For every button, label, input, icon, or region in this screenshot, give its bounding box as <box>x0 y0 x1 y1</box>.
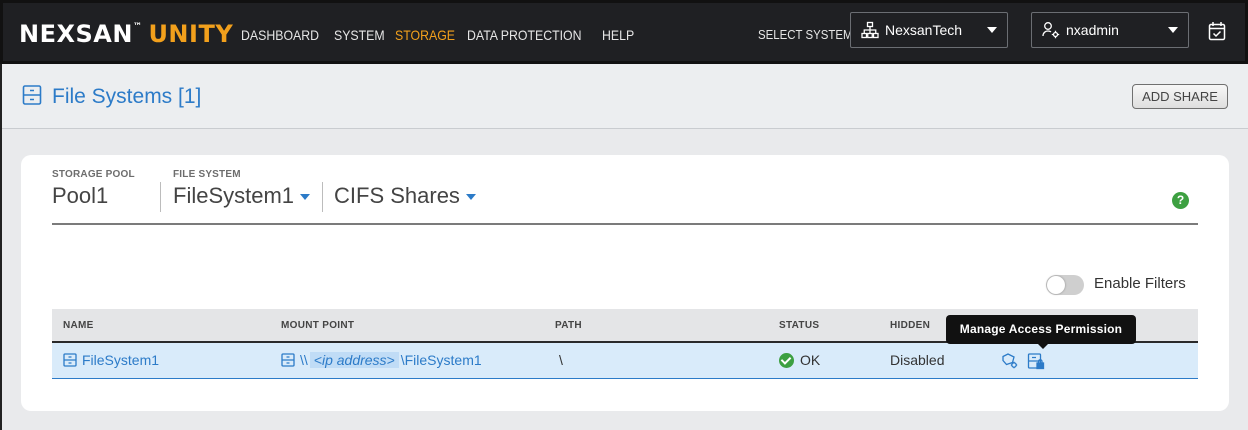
file-system-icon <box>281 353 295 367</box>
chevron-down-icon <box>300 194 311 201</box>
column-header-mount-point[interactable]: MOUNT POINT <box>281 320 354 331</box>
nav-data-protection[interactable]: DATA PROTECTION <box>467 27 582 43</box>
toggle-knob <box>1047 276 1065 294</box>
chevron-down-icon <box>1168 27 1178 33</box>
help-icon[interactable]: ? <box>1172 192 1189 209</box>
share-type-value: CIFS Shares <box>334 183 460 208</box>
nav-storage[interactable]: STORAGE <box>395 27 455 43</box>
app-logo[interactable]: NEXSAN™ UNITY <box>19 20 233 48</box>
tooltip: Manage Access Permission <box>946 315 1136 349</box>
select-system-label: SELECT SYSTEM: <box>758 27 856 42</box>
column-header-hidden[interactable]: HIDDEN <box>890 320 930 331</box>
file-system-icon <box>22 85 42 105</box>
storage-pool-label: STORAGE POOL <box>52 169 135 180</box>
column-header-path[interactable]: PATH <box>555 320 582 331</box>
row-path: \ <box>559 352 563 368</box>
add-share-button[interactable]: ADD SHARE <box>1132 84 1228 109</box>
frame-left-border <box>0 64 2 430</box>
column-header-status[interactable]: STATUS <box>779 320 819 331</box>
nav-system[interactable]: SYSTEM <box>334 27 385 43</box>
row-hidden: Disabled <box>890 352 945 368</box>
breadcrumb-divider <box>322 182 323 212</box>
chevron-down-icon <box>987 27 997 33</box>
network-icon <box>861 21 879 39</box>
row-name-link[interactable]: FileSystem1 <box>63 352 159 368</box>
mount-prefix: \\ <box>300 352 308 368</box>
file-system-card: STORAGE POOL Pool1 FILE SYSTEM FileSyste… <box>21 155 1229 411</box>
nav-help[interactable]: HELP <box>602 27 634 43</box>
row-status: OK <box>779 352 820 368</box>
logo-trademark: ™ <box>132 22 143 32</box>
breadcrumb-divider <box>160 182 161 212</box>
calendar-check-icon[interactable] <box>1208 21 1226 41</box>
file-system-icon <box>63 353 77 367</box>
row-mount-point-link[interactable]: \\ <ip address> \FileSystem1 <box>281 352 482 368</box>
main-nav: DASHBOARD SYSTEM STORAGE DATA PROTECTION… <box>241 27 634 43</box>
manage-access-permission-icon[interactable] <box>1027 352 1045 370</box>
chevron-down-icon <box>465 194 476 201</box>
nav-dashboard[interactable]: DASHBOARD <box>241 27 319 43</box>
page-title: File Systems [1] <box>52 85 202 108</box>
logo-brand: NEXSAN <box>19 20 133 48</box>
share-type-selector[interactable]: CIFS Shares <box>334 183 476 209</box>
user-settings-icon <box>1042 22 1060 39</box>
enable-filters-label: Enable Filters <box>1094 275 1186 292</box>
username: nxadmin <box>1066 22 1119 38</box>
edit-share-settings-icon[interactable] <box>1001 352 1019 370</box>
system-select-dropdown[interactable]: NexsanTech <box>850 12 1008 48</box>
file-system-selector[interactable]: FileSystem1 <box>173 183 311 209</box>
column-header-name[interactable]: NAME <box>63 320 94 331</box>
check-circle-icon <box>779 353 794 368</box>
user-menu-dropdown[interactable]: nxadmin <box>1031 12 1189 48</box>
selected-system: NexsanTech <box>885 22 963 38</box>
row-status-text: OK <box>800 352 821 368</box>
row-name: FileSystem1 <box>82 352 160 368</box>
enable-filters-toggle[interactable] <box>1046 275 1084 295</box>
mount-ip-address: <ip address> <box>309 352 399 368</box>
storage-pool-value: Pool1 <box>52 183 109 208</box>
header-divider <box>52 223 1198 225</box>
table-row[interactable]: FileSystem1 \\ <ip address> \FileSystem1 \… <box>52 341 1198 379</box>
file-system-value: FileSystem1 <box>173 183 295 208</box>
file-system-label: FILE SYSTEM <box>173 169 241 180</box>
logo-product: UNITY <box>148 20 234 48</box>
mount-suffix: \FileSystem1 <box>400 352 482 368</box>
page-header: File Systems [1] ADD SHARE <box>0 64 1248 129</box>
